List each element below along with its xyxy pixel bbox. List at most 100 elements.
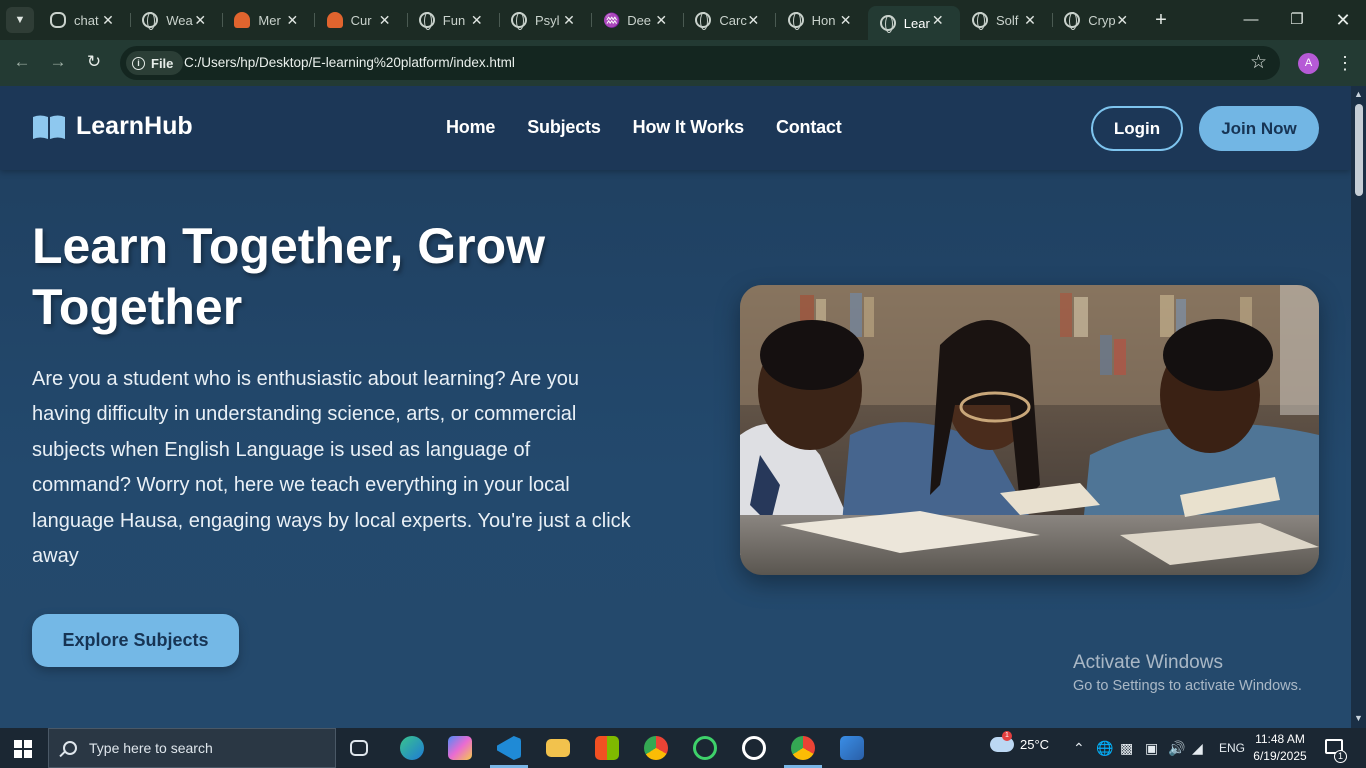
task-view-icon[interactable] (350, 740, 368, 756)
file-explorer-icon[interactable] (546, 739, 570, 757)
logo[interactable]: LearnHub (32, 112, 193, 141)
hero-students-image (740, 285, 1319, 575)
volume-icon[interactable]: 🔊 (1168, 738, 1185, 758)
tab-close-icon[interactable]: ✕ (1114, 12, 1130, 28)
browser-tab[interactable]: Cryp ✕ (1052, 6, 1144, 34)
browser-toolbar: ← → ↻ i File C:/Users/hp/Desktop/E-learn… (0, 40, 1366, 86)
logo-text: LearnHub (76, 112, 193, 140)
weather-temperature: 25°C (1020, 737, 1050, 752)
copilot-icon[interactable] (448, 736, 472, 760)
globe-icon (418, 12, 435, 30)
main-nav: Home Subjects How It Works Contact (446, 117, 842, 138)
browser-menu-icon[interactable]: ⋮ (1336, 52, 1354, 74)
site-header: LearnHub Home Subjects How It Works Cont… (0, 86, 1351, 170)
nav-home[interactable]: Home (446, 117, 495, 138)
taskbar-search-placeholder: Type here to search (89, 740, 213, 756)
vscode-icon[interactable] (497, 736, 521, 760)
tab-close-icon[interactable]: ✕ (377, 12, 393, 28)
web-page: LearnHub Home Subjects How It Works Cont… (0, 86, 1351, 728)
microsoft-store-icon[interactable] (595, 736, 619, 760)
obs-icon[interactable] (742, 736, 766, 760)
browser-tab[interactable]: ♒ Dee ✕ (591, 6, 683, 34)
globe-icon (1064, 12, 1081, 30)
minimize-button[interactable]: — (1237, 8, 1265, 32)
chrome-icon[interactable] (644, 736, 668, 760)
file-chip-label: File (151, 55, 174, 71)
restore-button[interactable]: ❐ (1283, 8, 1311, 32)
explore-subjects-button[interactable]: Explore Subjects (32, 614, 239, 667)
info-icon: i (132, 56, 145, 70)
helmet-icon (326, 12, 343, 28)
browser-tab-strip: ▼ chat ✕ Wea ✕ Mer ✕ Cur ✕ Fun ✕ Psyl ✕ ♒ Dee ✕ Carc ✕ Ho… (0, 0, 1366, 40)
forward-arrow-icon[interactable]: → (47, 51, 69, 73)
site-info-chip[interactable]: i File (126, 51, 184, 75)
close-window-button[interactable]: ✕ (1329, 8, 1357, 32)
notification-count-badge: 1 (1334, 750, 1347, 763)
weather-widget[interactable]: 1 25°C (990, 731, 1050, 752)
browser-tab[interactable]: Mer ✕ (222, 6, 314, 34)
browser-tab[interactable]: Hon ✕ (776, 6, 868, 34)
nav-contact[interactable]: Contact (776, 117, 842, 138)
tab-close-icon[interactable]: ✕ (930, 12, 946, 28)
chrome-profile-icon[interactable] (791, 736, 815, 760)
address-bar[interactable]: i File C:/Users/hp/Desktop/E-learning%20… (120, 46, 1280, 80)
tab-close-icon[interactable]: ✕ (838, 12, 854, 28)
tab-search-chevron-icon[interactable]: ▼ (6, 7, 34, 33)
back-arrow-icon[interactable]: ← (11, 51, 33, 73)
globe-icon (142, 12, 159, 30)
nav-subjects[interactable]: Subjects (527, 117, 601, 138)
profile-avatar[interactable]: A (1298, 53, 1319, 74)
tab-close-icon[interactable]: ✕ (192, 12, 208, 28)
meet-now-icon[interactable]: ▣ (1145, 738, 1158, 758)
browser-tab[interactable]: chat ✕ (38, 6, 130, 34)
activate-windows-title: Activate Windows (1073, 652, 1223, 673)
whatsapp-icon[interactable] (693, 736, 717, 760)
join-now-button[interactable]: Join Now (1199, 106, 1319, 151)
weather-badge: 1 (1002, 731, 1012, 741)
scrollbar-thumb[interactable] (1355, 104, 1363, 196)
url-text[interactable]: C:/Users/hp/Desktop/E-learning%20platfor… (184, 55, 515, 70)
tab-close-icon[interactable]: ✕ (561, 12, 577, 28)
network-globe-icon[interactable]: 🌐 (1096, 738, 1113, 758)
tab-close-icon[interactable]: ✕ (745, 12, 761, 28)
clock-time: 11:48 AM (1255, 732, 1305, 746)
reload-icon[interactable]: ↻ (83, 51, 105, 73)
edge-icon[interactable] (400, 736, 424, 760)
browser-tab[interactable]: Psyl ✕ (499, 6, 591, 34)
language-indicator[interactable]: ENG (1219, 738, 1245, 758)
scroll-up-arrow-icon[interactable]: ▲ (1354, 90, 1363, 99)
windows-start-icon[interactable] (14, 740, 32, 758)
nav-how-it-works[interactable]: How It Works (633, 117, 744, 138)
login-button[interactable]: Login (1091, 106, 1183, 151)
globe-icon (695, 12, 712, 30)
deepseek-icon: ♒ (603, 12, 621, 28)
tab-close-icon[interactable]: ✕ (653, 12, 669, 28)
wifi-off-icon[interactable]: ◢ (1192, 738, 1203, 758)
browser-tab[interactable]: Lear ✕ (867, 6, 960, 40)
show-hidden-icons-chevron-icon[interactable]: ⌃ (1073, 738, 1085, 758)
browser-tab[interactable]: Wea ✕ (130, 6, 222, 34)
globe-icon (787, 12, 804, 30)
activate-windows-watermark: Activate Windows Go to Settings to activ… (1073, 652, 1302, 694)
clock-date: 6/19/2025 (1253, 749, 1307, 763)
battery-icon[interactable]: ▩ (1120, 738, 1133, 758)
page-scrollbar[interactable]: ▲ ▼ (1351, 86, 1366, 728)
tab-close-icon[interactable]: ✕ (284, 12, 300, 28)
globe-icon (879, 15, 896, 33)
browser-tab[interactable]: Fun ✕ (407, 6, 499, 34)
open-book-icon (33, 115, 65, 139)
scroll-down-arrow-icon[interactable]: ▼ (1354, 714, 1363, 723)
new-tab-button[interactable]: + (1150, 8, 1172, 32)
tab-close-icon[interactable]: ✕ (469, 12, 485, 28)
browser-tab[interactable]: Cur ✕ (315, 6, 407, 34)
system-clock[interactable]: 11:48 AM 6/19/2025 (1251, 731, 1309, 765)
photos-icon[interactable] (840, 736, 864, 760)
tab-close-icon[interactable]: ✕ (100, 12, 116, 28)
activate-windows-subtitle: Go to Settings to activate Windows. (1073, 678, 1302, 694)
tab-close-icon[interactable]: ✕ (1022, 12, 1038, 28)
cloud-weather-icon: 1 (990, 731, 1014, 752)
bookmark-star-icon[interactable]: ☆ (1250, 51, 1267, 75)
taskbar-search-box[interactable]: Type here to search (48, 728, 336, 768)
browser-tab[interactable]: Solf ✕ (960, 6, 1052, 34)
browser-tab[interactable]: Carc ✕ (683, 6, 775, 34)
